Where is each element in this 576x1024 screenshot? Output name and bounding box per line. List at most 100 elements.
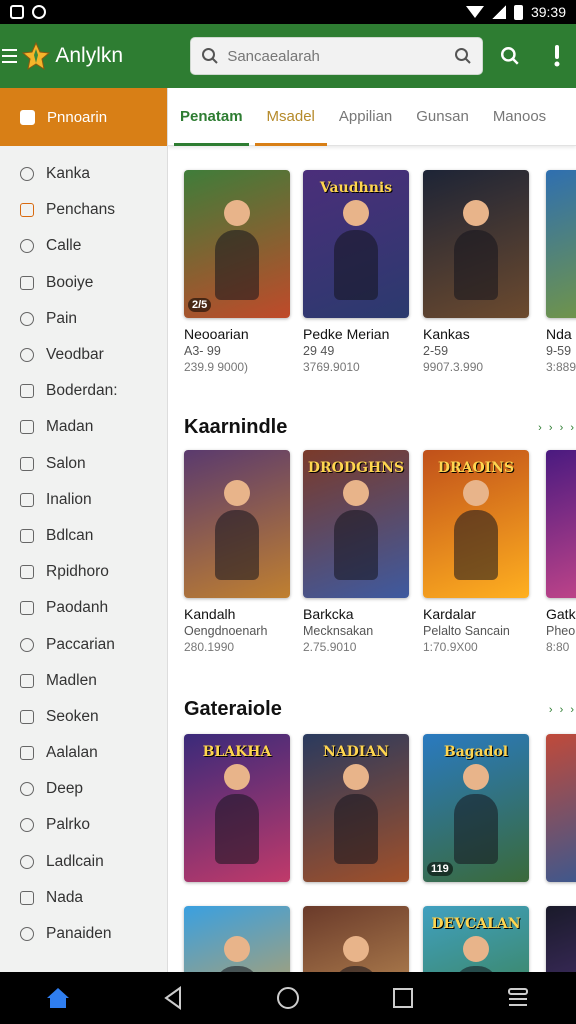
search-button[interactable] (491, 36, 529, 76)
alert-button[interactable] (538, 36, 576, 76)
card-meta: 280.1990 (184, 640, 235, 654)
game-cover-image[interactable] (303, 906, 409, 972)
tab-2[interactable]: Appilian (327, 88, 404, 146)
game-card[interactable]: Vaudhnis Pedke Merian 29 49 3769.9010 (303, 170, 409, 374)
sidebar-item-active[interactable]: Pnnoarin (0, 88, 167, 146)
home-icon (46, 988, 69, 1008)
game-card[interactable]: 2/5 Neooarian A3- 99 239.9 9000) (184, 170, 290, 374)
game-cover-image[interactable] (184, 906, 290, 972)
circle-icon (20, 854, 34, 869)
game-cover-image[interactable]: BLAKHA (184, 734, 290, 882)
sidebar-item[interactable]: Seoken (0, 699, 167, 735)
sidebar-item[interactable]: Kanka (0, 156, 167, 192)
game-cover-image[interactable]: Bagadol 119 (423, 734, 529, 882)
game-cover-image[interactable] (546, 450, 576, 598)
character-head (463, 764, 489, 790)
tab-bar: Penatam Msadel Appilian Gunsan Manoos (168, 88, 576, 146)
home-circle-nav-button[interactable] (268, 978, 308, 1018)
game-card[interactable]: NADIAN (303, 734, 409, 882)
game-cover-image[interactable]: DEVCALAN (423, 906, 529, 972)
character-head (343, 936, 369, 962)
game-card[interactable] (303, 906, 409, 972)
sidebar-item[interactable]: Rpidhoro (0, 554, 167, 590)
game-cover-image[interactable]: 2/5 (184, 170, 290, 318)
sidebar-item[interactable]: Panaiden (0, 916, 167, 952)
status-bar: 39:39 (0, 0, 576, 24)
game-card[interactable]: Kankas 2-59 9907.3.990 (423, 170, 529, 374)
character-figure (334, 794, 378, 864)
game-cover-image[interactable] (546, 170, 576, 318)
tab-4[interactable]: Manoos (481, 88, 558, 146)
sidebar-item-label: Aalalan (46, 744, 98, 762)
character-figure (454, 510, 498, 580)
game-card[interactable]: DRODGHNS Barkcka Mecknsakan 2.75.9010 (303, 450, 409, 654)
game-card[interactable]: BLAKHA (184, 734, 290, 882)
sidebar-item[interactable]: Madan (0, 409, 167, 445)
back-icon (164, 986, 181, 1010)
game-cover-image[interactable]: DRODGHNS (303, 450, 409, 598)
sidebar-item[interactable]: Salon (0, 446, 167, 482)
tab-0[interactable]: Penatam (168, 88, 255, 146)
sidebar-item[interactable]: Penchans (0, 192, 167, 228)
game-card[interactable]: Kandalh Oengdnoenarh 280.1990 (184, 450, 290, 654)
game-card[interactable]: Gatk Pheo 8:80 (546, 450, 576, 654)
sidebar-item[interactable]: Paccarian (0, 626, 167, 662)
sidebar-item[interactable]: Inalion (0, 482, 167, 518)
menu-nav-button[interactable] (498, 978, 538, 1018)
sidebar-item[interactable]: Paodanh (0, 590, 167, 626)
game-card[interactable]: DRAOINS Kardalar Pelalto Sancain 1:70.9X00 (423, 450, 529, 654)
circle-icon (20, 637, 34, 652)
search-submit-icon[interactable] (454, 47, 472, 65)
menu-icon[interactable] (2, 49, 18, 63)
cover-title: Vaudhnis (319, 180, 393, 196)
sidebar-item[interactable]: Ladlcain (0, 844, 167, 880)
sidebar-item[interactable]: Boderdan: (0, 373, 167, 409)
game-card[interactable] (184, 906, 290, 972)
sidebar-item[interactable]: Nada (0, 880, 167, 916)
game-card[interactable] (546, 906, 576, 972)
game-cover-image[interactable] (546, 906, 576, 972)
sidebar-item[interactable]: Calle (0, 228, 167, 264)
main-content: Penatam Msadel Appilian Gunsan Manoos 2/5 Neo… (168, 88, 576, 972)
sidebar-item[interactable]: Palrko (0, 807, 167, 843)
game-cover-image[interactable] (423, 170, 529, 318)
checkbox-icon (20, 492, 34, 507)
circle-icon (20, 782, 34, 797)
checkbox-icon (20, 565, 34, 580)
game-card[interactable]: DEVCALAN (423, 906, 529, 972)
game-cover-image[interactable]: W (546, 734, 576, 882)
see-more-link[interactable]: › › › (549, 704, 576, 716)
card-meta: 3769.9010 (303, 360, 360, 374)
game-card[interactable]: W (546, 734, 576, 882)
sidebar-item[interactable]: Deep (0, 771, 167, 807)
sidebar-item-label: Pnnoarin (47, 108, 108, 126)
game-cover-image[interactable] (184, 450, 290, 598)
notification-icon (10, 5, 24, 19)
sidebar-item[interactable]: Madlen (0, 663, 167, 699)
back-nav-button[interactable] (153, 978, 193, 1018)
sidebar-item[interactable]: Bdlcan (0, 518, 167, 554)
sidebar-item-label: Pain (46, 309, 78, 327)
checkbox-icon (20, 203, 34, 218)
recents-nav-button[interactable] (383, 978, 423, 1018)
game-cover-image[interactable]: DRAOINS (423, 450, 529, 598)
tab-1[interactable]: Msadel (254, 88, 328, 146)
sidebar-item[interactable]: Aalalan (0, 735, 167, 771)
character-figure (215, 794, 259, 864)
home-nav-button[interactable] (38, 978, 78, 1018)
card-meta: 3:889 (546, 360, 576, 374)
game-card[interactable]: Nda 9-59 3:889 (546, 170, 576, 374)
sidebar-item[interactable]: Veodbar (0, 337, 167, 373)
card-sub: 9-59 (546, 344, 572, 358)
see-more-link[interactable]: › › › › (538, 422, 576, 434)
search-bar[interactable]: Sancaealarah (190, 37, 484, 75)
tab-3[interactable]: Gunsan (404, 88, 481, 146)
game-card[interactable]: Bagadol 119 (423, 734, 529, 882)
search-input[interactable]: Sancaealarah (227, 48, 454, 65)
game-cover-image[interactable]: Vaudhnis (303, 170, 409, 318)
game-cover-image[interactable]: NADIAN (303, 734, 409, 882)
circle-icon (20, 311, 34, 326)
sidebar-item[interactable]: Pain (0, 301, 167, 337)
notification-icons (10, 5, 46, 19)
sidebar-item[interactable]: Booiye (0, 265, 167, 301)
